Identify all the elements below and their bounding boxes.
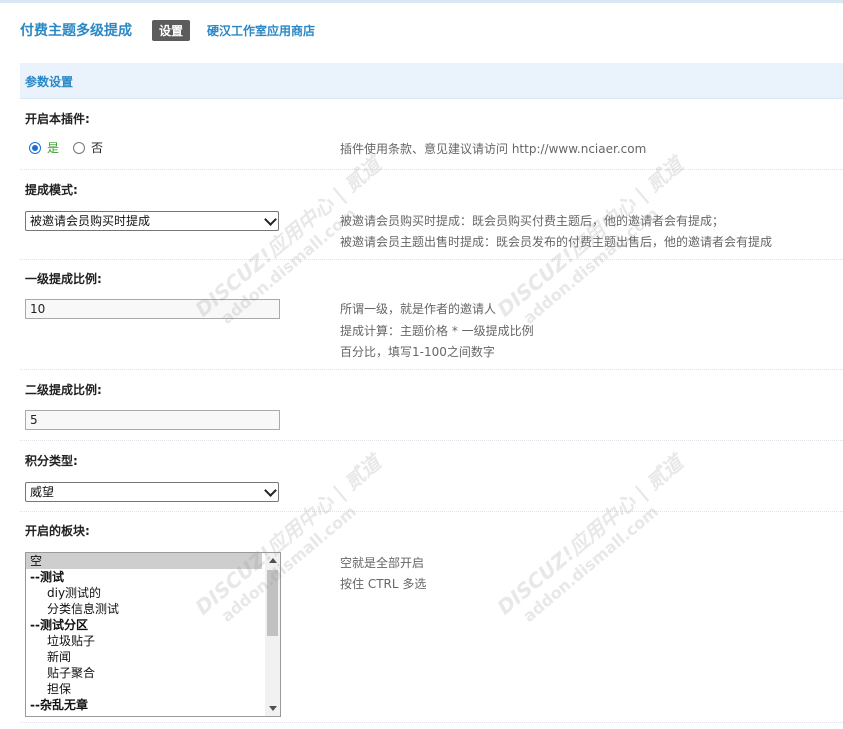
radio-no-label[interactable]: 否 (91, 139, 103, 156)
enable-plugin-hint: 插件使用条款、意见建议请访问 http://www.nciaer.com (340, 142, 647, 156)
forum-option[interactable]: 空 (26, 553, 262, 569)
credit-type-value: 威望 (30, 485, 55, 499)
scroll-down-arrow-icon[interactable] (269, 706, 277, 711)
forum-option[interactable]: 垃圾贴子 (26, 633, 280, 649)
divider (20, 722, 843, 723)
level1-ratio-label: 一级提成比例: (25, 272, 102, 286)
forum-option[interactable]: 担保 (26, 681, 280, 697)
watermark: DISCUZ!应用中心 | 贰道 addon.dismall.com (490, 447, 700, 634)
level2-ratio-input[interactable]: 5 (25, 410, 280, 430)
app-title[interactable]: 付费主题多级提成 (20, 20, 132, 40)
section-title: 参数设置 (25, 75, 74, 89)
forum-option[interactable]: --测试分区 (26, 617, 280, 633)
chevron-down-icon (264, 213, 277, 226)
commission-mode-select[interactable]: 被邀请会员购买时提成 (25, 211, 279, 231)
forum-option[interactable]: 新闻 (26, 649, 280, 665)
forum-option[interactable]: --测试 (26, 569, 280, 585)
top-border (0, 0, 843, 3)
enable-plugin-radios: 是 否 (29, 139, 103, 156)
forums-multiselect[interactable]: 空 --测试 diy测试的 分类信息测试 --测试分区 垃圾贴子 新闻 贴子聚合… (25, 552, 281, 717)
forum-option[interactable]: 分类信息测试 (26, 601, 280, 617)
radio-yes[interactable] (29, 141, 41, 154)
level1-ratio-hint-1: 所谓一级，就是作者的邀请人 (340, 302, 497, 316)
watermark-text: addon.dismall.com (519, 501, 663, 626)
credit-type-label: 积分类型: (25, 454, 78, 468)
divider (20, 259, 843, 260)
level1-ratio-hint-3: 百分比，填写1-100之间数字 (340, 345, 495, 359)
enable-plugin-label: 开启本插件: (25, 112, 90, 126)
settings-tab[interactable]: 设置 (152, 19, 191, 41)
forum-option[interactable]: diy测试的 (26, 585, 280, 601)
store-link[interactable]: 硬汉工作室应用商店 (207, 22, 315, 39)
scroll-up-arrow-icon[interactable] (269, 558, 277, 563)
scroll-thumb[interactable] (267, 570, 278, 636)
chevron-down-icon (264, 484, 277, 497)
divider (20, 440, 843, 441)
watermark-text: DISCUZ!应用中心 | 贰道 (492, 450, 688, 620)
forums-hint-2: 按住 CTRL 多选 (340, 577, 427, 591)
radio-yes-label[interactable]: 是 (47, 139, 59, 156)
forum-option[interactable]: 贴子聚合 (26, 665, 280, 681)
commission-mode-value: 被邀请会员购买时提成 (30, 214, 151, 228)
level1-ratio-input[interactable]: 10 (25, 299, 280, 319)
section-header: 参数设置 (20, 63, 843, 99)
commission-mode-label: 提成模式: (25, 183, 78, 197)
divider (20, 169, 843, 170)
radio-no[interactable] (73, 141, 86, 154)
forums-label: 开启的板块: (25, 524, 90, 538)
level2-ratio-label: 二级提成比例: (25, 383, 102, 397)
listbox-scrollbar[interactable] (265, 553, 280, 716)
divider (20, 511, 843, 512)
commission-mode-hint-1: 被邀请会员购买时提成：既会员购买付费主题后，他的邀请者会有提成； (340, 214, 725, 228)
header: 付费主题多级提成 设置 硬汉工作室应用商店 (20, 19, 315, 41)
commission-mode-hint-2: 被邀请会员主题出售时提成：既会员发布的付费主题出售后，他的邀请者会有提成 (340, 235, 773, 249)
forum-option[interactable]: --杂乱无章 (26, 697, 280, 713)
forums-hint-1: 空就是全部开启 (340, 556, 425, 570)
divider (20, 369, 843, 370)
level1-ratio-hint-2: 提成计算：主题价格 * 一级提成比例 (340, 324, 534, 338)
credit-type-select[interactable]: 威望 (25, 482, 279, 502)
